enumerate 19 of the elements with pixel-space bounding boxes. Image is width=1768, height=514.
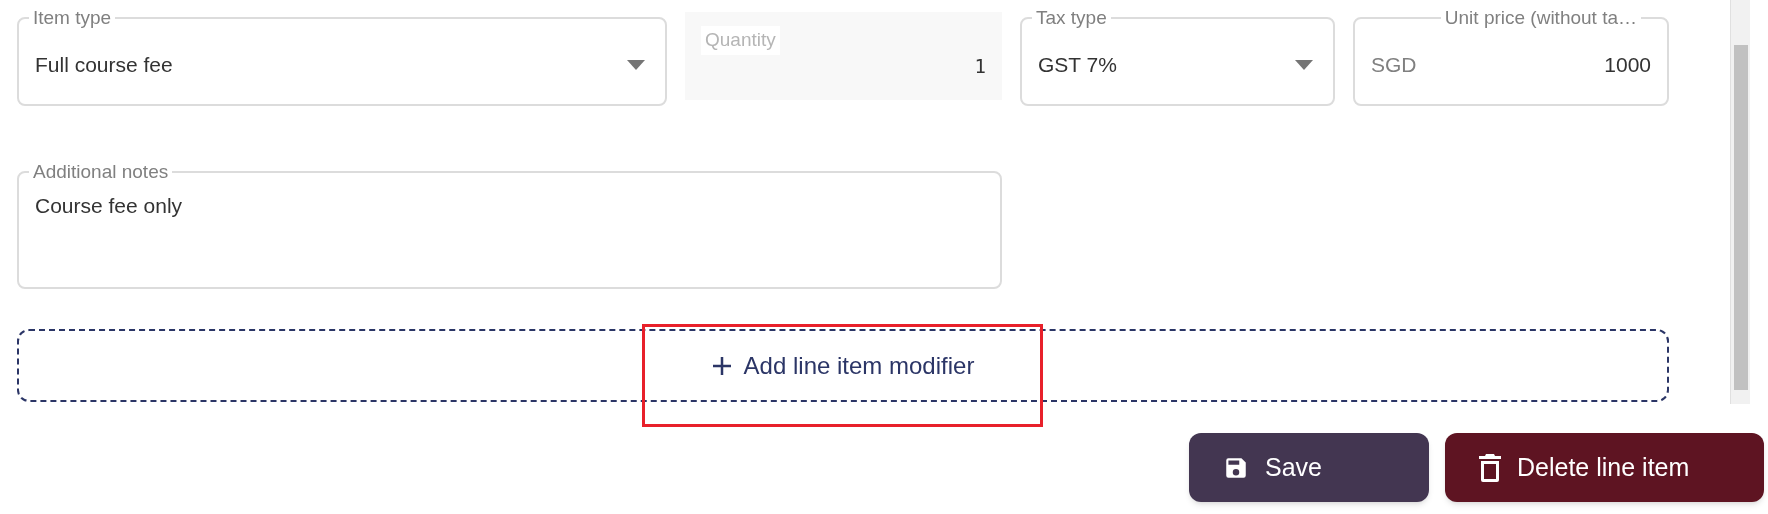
field-value: 1 — [974, 53, 986, 79]
field-label: Additional notes — [32, 160, 170, 184]
field-label: Unit price (without ta… — [1443, 6, 1638, 30]
currency-prefix: SGD — [1371, 52, 1417, 79]
delete-button[interactable]: Delete line item — [1445, 433, 1764, 502]
field-label: Tax type — [1035, 6, 1108, 30]
dropdown-caret-icon — [627, 60, 645, 70]
trash-icon — [1479, 453, 1501, 482]
field-label: Item type — [32, 6, 113, 30]
dropdown-caret-icon — [1295, 60, 1313, 70]
scrollbar-thumb[interactable] — [1733, 45, 1748, 390]
field-value: GST 7% — [1038, 52, 1117, 79]
add-modifier-button[interactable]: Add line item modifier — [17, 329, 1669, 402]
plus-icon — [711, 355, 732, 376]
field-label: Quantity — [701, 26, 780, 55]
field-value: 1000 — [1604, 52, 1651, 79]
field-value: Course fee only — [35, 194, 183, 217]
save-button[interactable]: Save — [1189, 433, 1429, 502]
field-value: Full course fee — [35, 52, 173, 79]
